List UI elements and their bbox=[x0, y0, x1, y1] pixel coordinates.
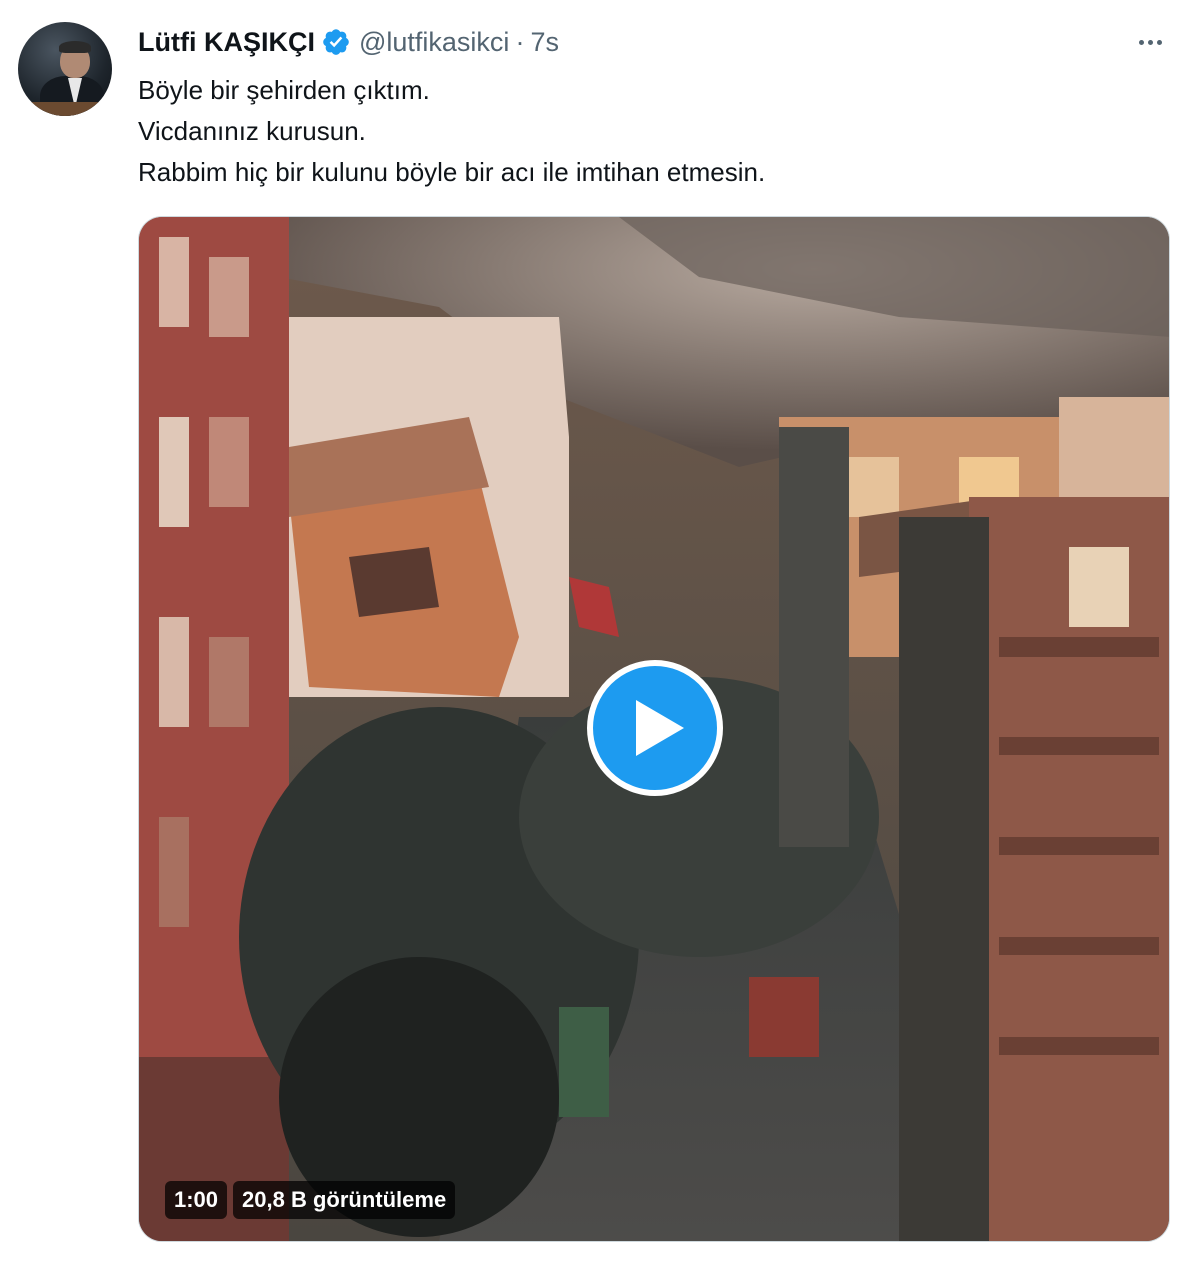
separator-dot: · bbox=[515, 26, 525, 57]
author-handle[interactable]: @lutfikasikci bbox=[359, 27, 509, 58]
tweet-header: Lütfi KAŞIKÇI @lutfikasikci · 7s bbox=[138, 24, 559, 60]
video-badges: 1:00 20,8 B görüntüleme bbox=[165, 1181, 456, 1219]
avatar[interactable] bbox=[18, 22, 112, 116]
author-name[interactable]: Lütfi KAŞIKÇI bbox=[138, 27, 315, 58]
more-options-icon[interactable] bbox=[1130, 28, 1170, 56]
tweet[interactable]: Lütfi KAŞIKÇI @lutfikasikci · 7s Böyle b… bbox=[0, 0, 1200, 1261]
video-duration: 1:00 bbox=[165, 1181, 228, 1219]
avatar-desk bbox=[18, 102, 112, 116]
view-count: 20,8 B görüntüleme bbox=[233, 1181, 456, 1219]
avatar-hair bbox=[59, 41, 91, 53]
tweet-line: Rabbim hiç bir kulunu böyle bir acı ile … bbox=[138, 157, 766, 187]
tweet-text: Böyle bir şehirden çıktım. Vicdanınız ku… bbox=[138, 70, 765, 193]
play-button[interactable] bbox=[587, 660, 723, 796]
tweet-line: Vicdanınız kurusun. bbox=[138, 116, 366, 146]
tweet-line: Böyle bir şehirden çıktım. bbox=[138, 75, 430, 105]
play-icon bbox=[636, 700, 684, 756]
timestamp[interactable]: 7s bbox=[530, 27, 559, 58]
video-player[interactable]: 1:00 20,8 B görüntüleme bbox=[138, 216, 1170, 1242]
verified-badge-icon bbox=[323, 29, 349, 55]
